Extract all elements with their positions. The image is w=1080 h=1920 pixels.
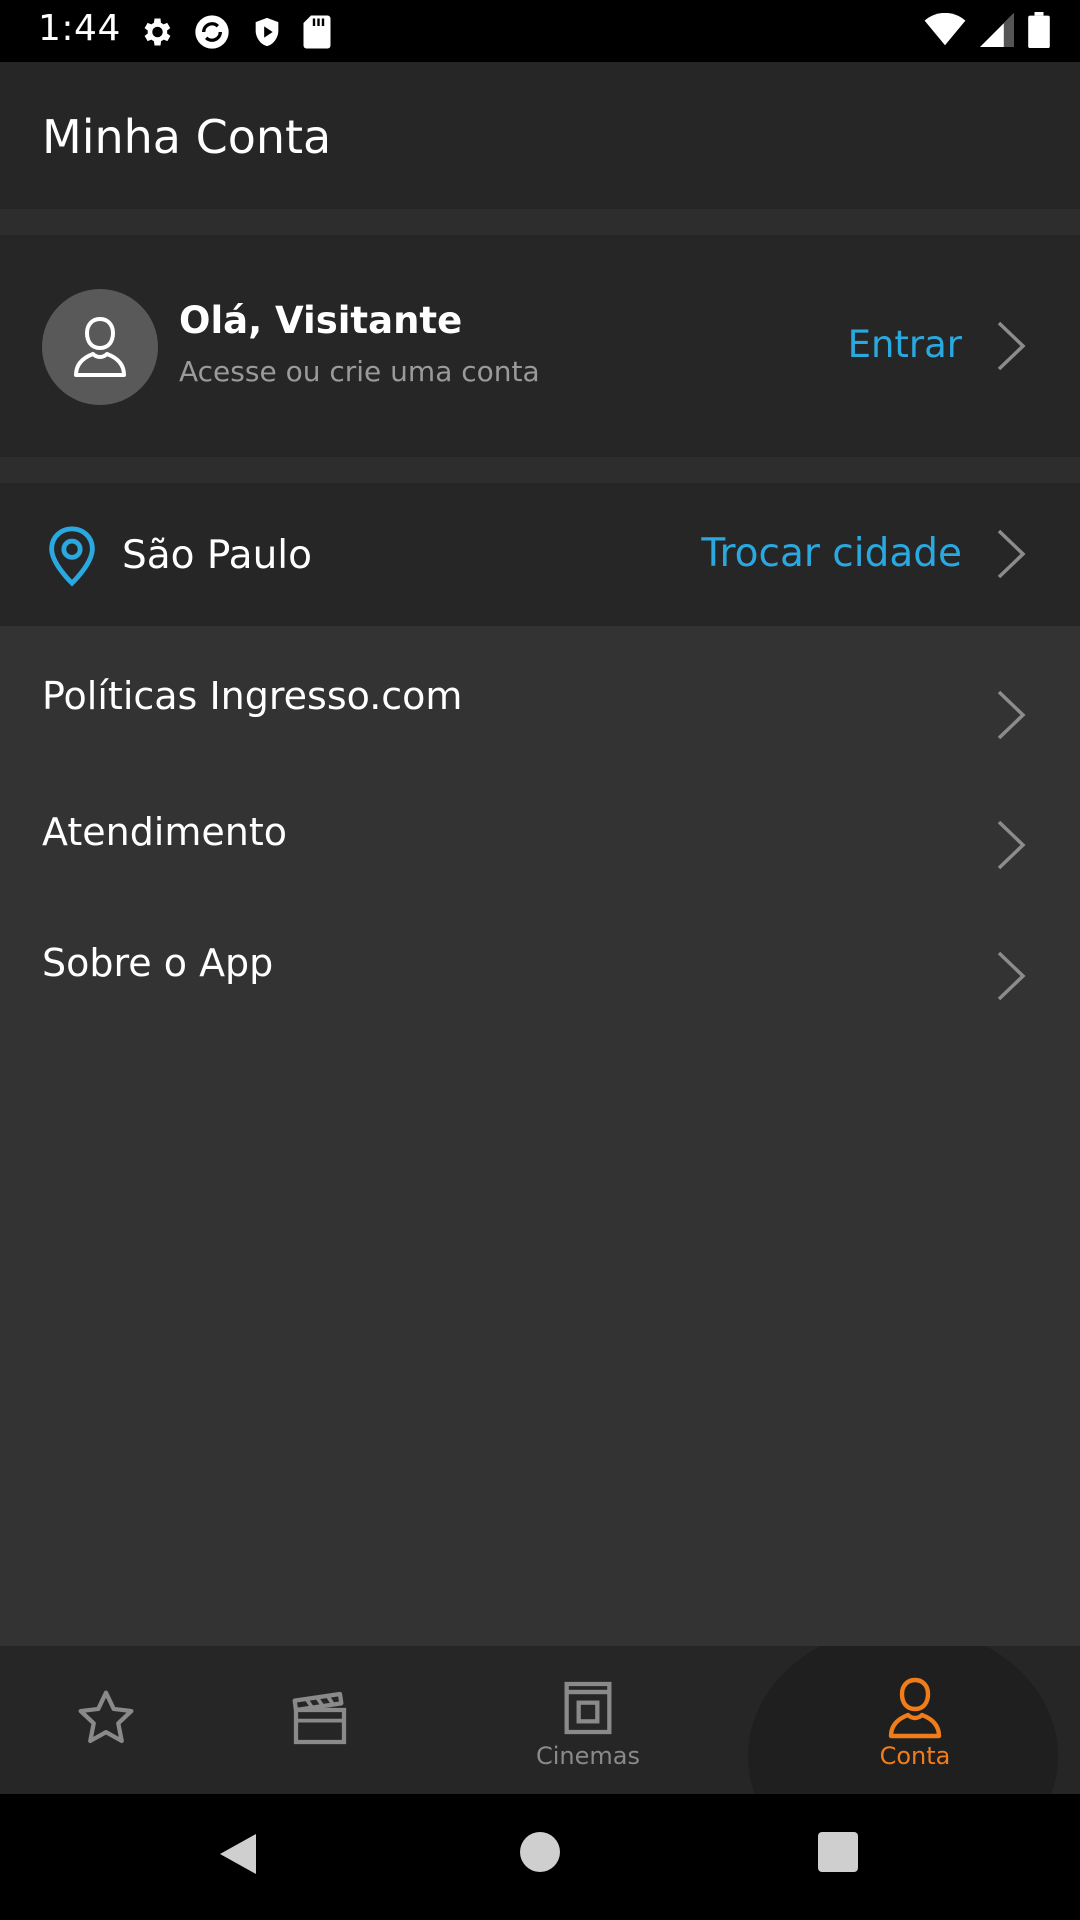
back-icon[interactable] [216,1830,260,1878]
battery-icon [1028,12,1050,48]
nav-item-account[interactable]: Conta [855,1646,975,1794]
status-notification-icons [138,12,332,52]
chevron-right-icon [997,690,1026,740]
sync-icon [195,15,229,49]
menu-item-policies[interactable]: Políticas Ingresso.com [0,626,1080,762]
nav-item-highlights[interactable] [66,1646,146,1794]
section-divider [0,457,1080,483]
user-placeholder-icon [74,317,126,377]
status-time: 1:44 [38,8,121,49]
home-icon[interactable] [520,1832,560,1872]
login-link[interactable]: Entrar [848,323,962,366]
section-divider [0,209,1080,235]
nav-label: Conta [879,1742,951,1770]
nav-item-movies[interactable] [280,1646,360,1794]
status-system-icons [924,12,1050,48]
greeting-title: Olá, Visitante [179,299,463,342]
chevron-right-icon [997,820,1026,870]
login-row[interactable]: Olá, Visitante Acesse ou crie uma conta … [0,235,1080,457]
menu-item-label: Políticas Ingresso.com [42,674,463,718]
settings-icon [144,18,171,46]
menu-item-support[interactable]: Atendimento [0,762,1080,893]
shield-icon [255,17,279,47]
city-name: São Paulo [122,533,312,578]
recents-icon[interactable] [818,1832,858,1872]
nav-item-cinemas[interactable]: Cinemas [528,1646,648,1794]
change-city-link[interactable]: Trocar cidade [701,531,962,576]
wifi-icon [924,13,966,46]
cinema-icon [564,1681,612,1735]
menu-item-label: Sobre o App [42,941,274,985]
avatar [42,289,158,405]
star-icon [78,1690,134,1744]
chevron-right-icon [997,321,1026,371]
system-navigation-bar [0,1794,1080,1920]
menu-item-label: Atendimento [42,810,287,854]
bottom-navigation: Cinemas Conta [0,1646,1080,1794]
status-bar: 1:44 [0,0,1080,62]
chevron-right-icon [997,951,1026,1001]
menu-item-about[interactable]: Sobre o App [0,893,1080,1024]
app-header: Minha Conta [0,62,1080,209]
nav-label: Cinemas [536,1742,640,1770]
city-row[interactable]: São Paulo Trocar cidade [0,483,1080,626]
location-pin-icon [49,526,95,587]
signal-icon [980,13,1014,47]
clapperboard-icon [292,1691,347,1745]
sd-card-icon [303,15,331,49]
page-title: Minha Conta [42,110,332,164]
chevron-right-icon [997,529,1026,579]
menu-list: Políticas Ingresso.com Atendimento Sobre… [0,626,1080,1024]
user-icon [888,1677,942,1739]
greeting-subtitle: Acesse ou crie uma conta [179,355,540,388]
